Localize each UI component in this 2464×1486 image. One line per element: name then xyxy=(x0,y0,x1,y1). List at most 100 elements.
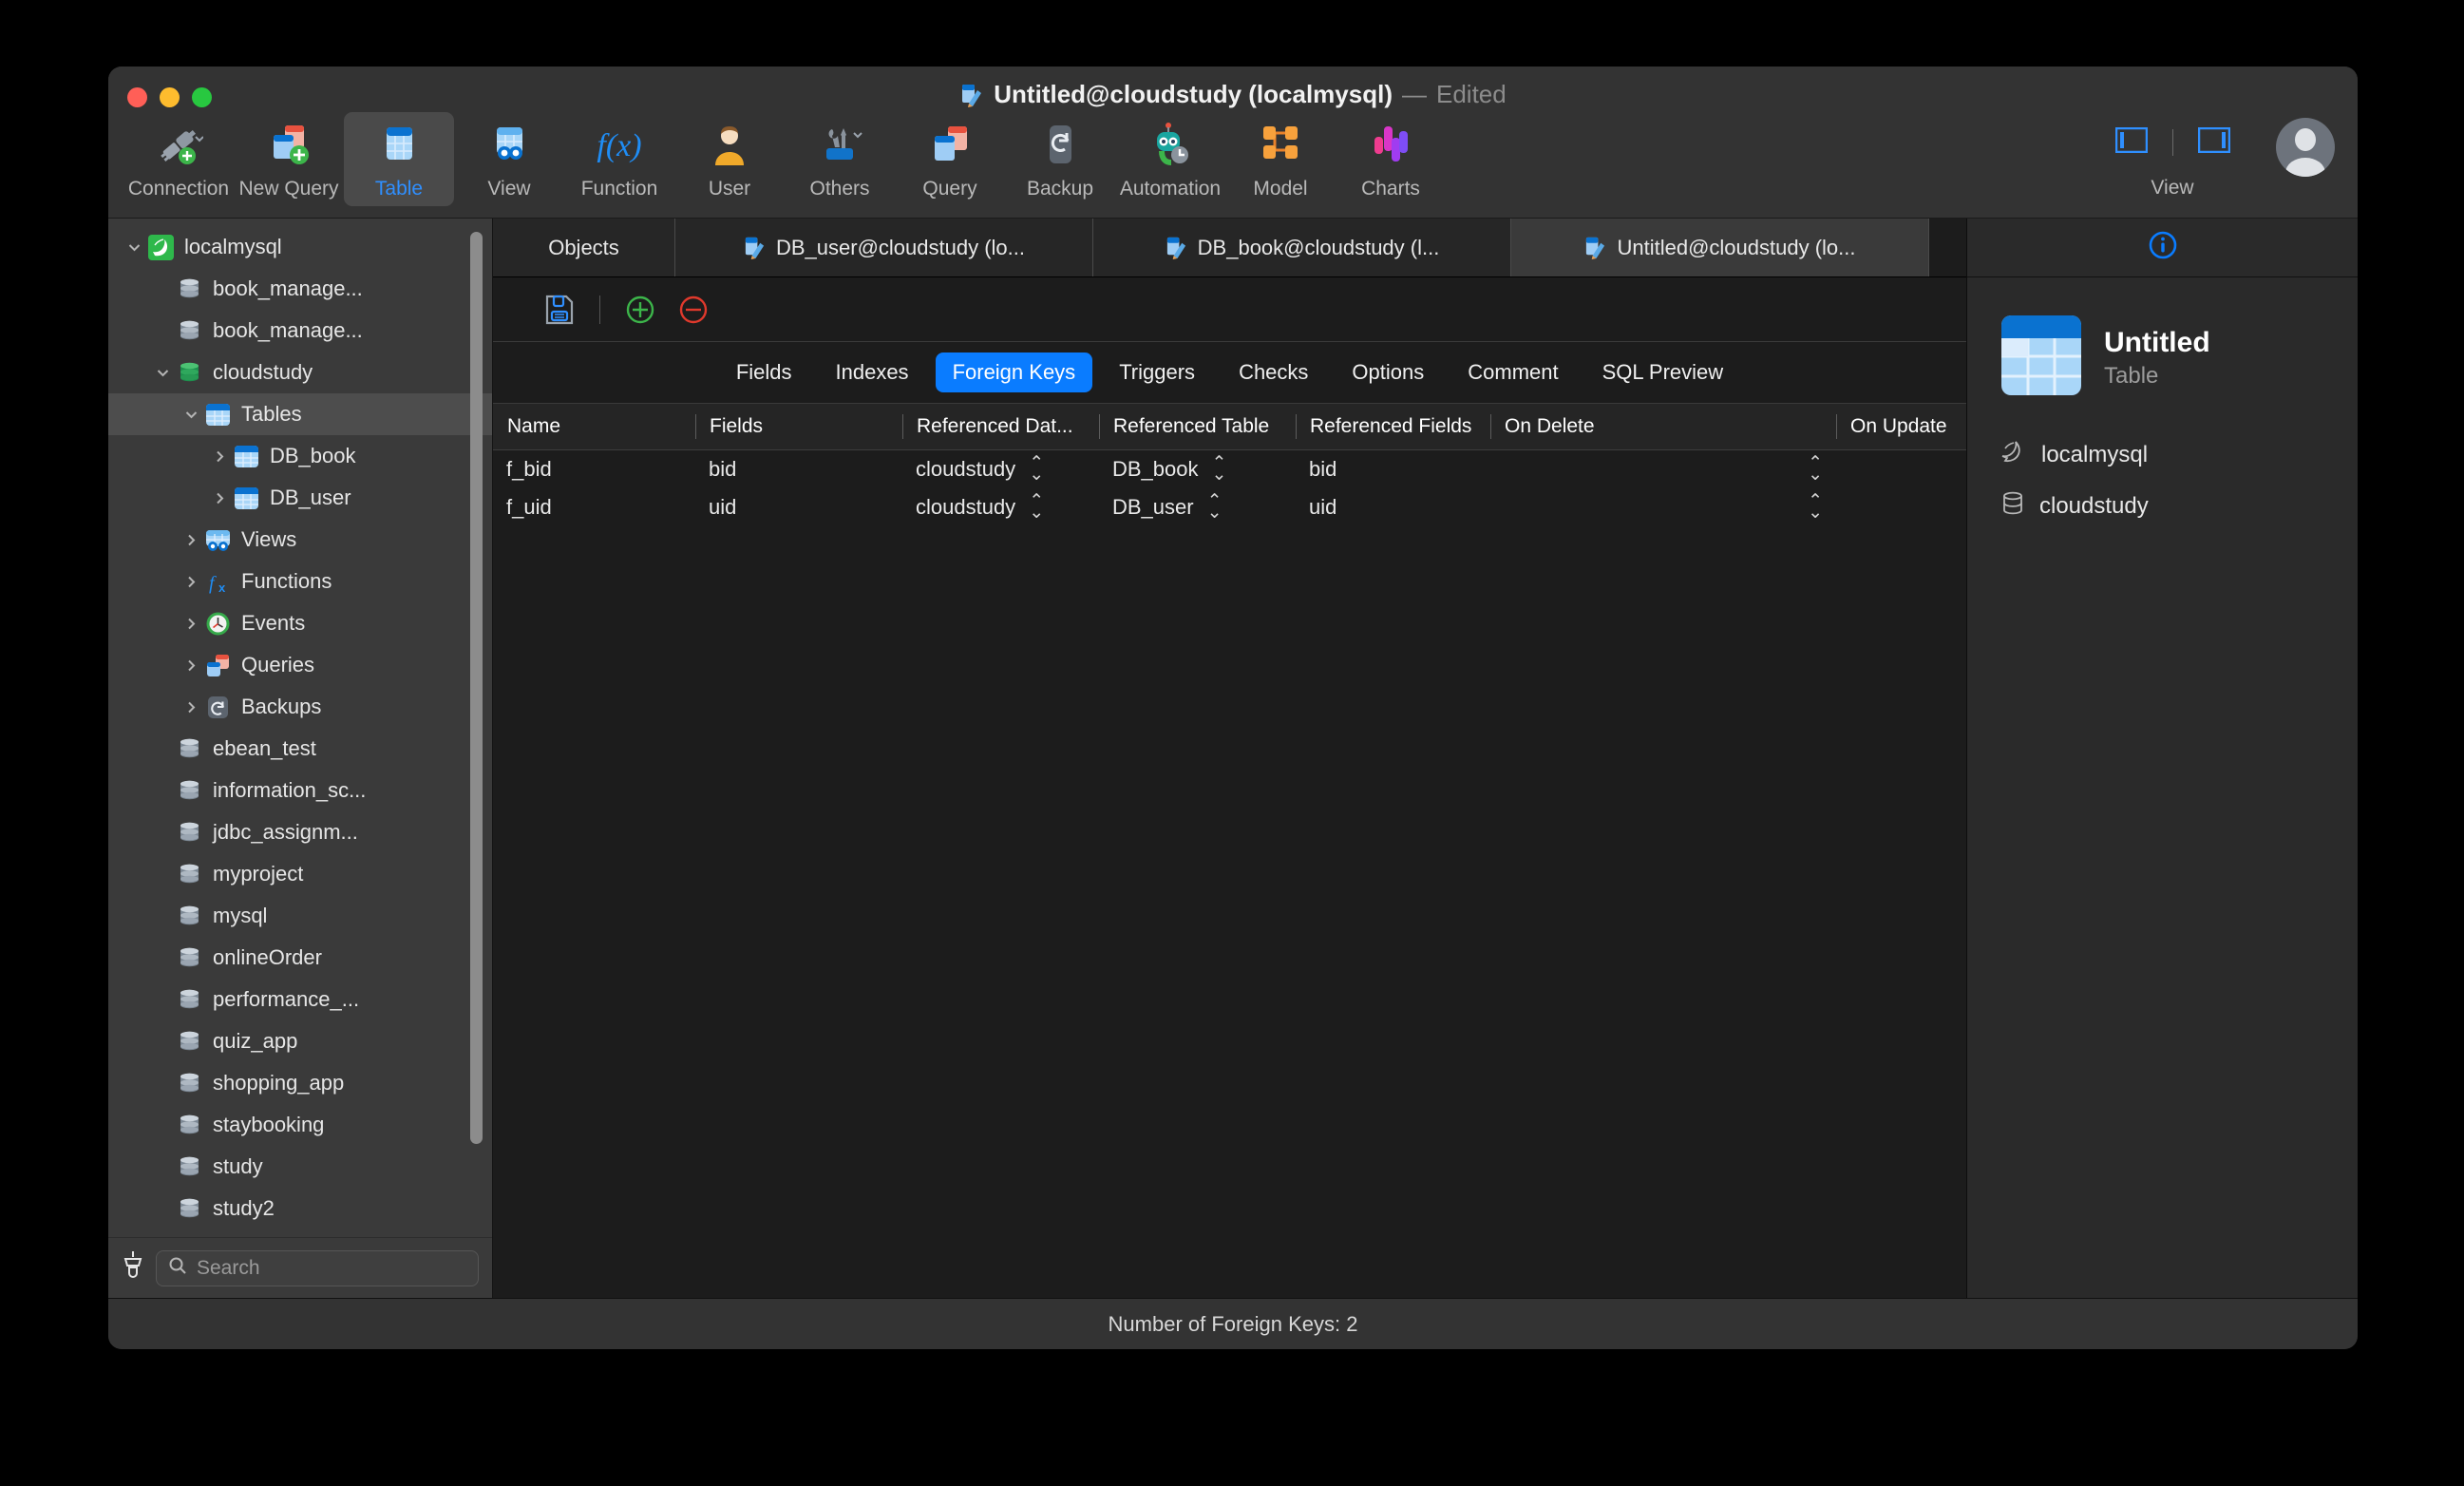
column-header-fields[interactable]: Fields xyxy=(695,414,902,439)
cell-on-update[interactable]: ⌃⌄ xyxy=(1836,450,1966,488)
chevron-down-icon[interactable] xyxy=(150,365,175,381)
tree-item-tables[interactable]: Tables xyxy=(108,393,492,435)
toolbar-button-automation[interactable]: Automation xyxy=(1115,112,1225,206)
column-header-on-delete[interactable]: On Delete xyxy=(1490,414,1836,439)
grid-rows[interactable]: f_bidbidcloudstudy⌃⌄DB_book⌃⌄bid⌃⌄⌃⌄f_ui… xyxy=(493,450,1966,1298)
chevron-right-icon[interactable] xyxy=(179,532,203,548)
subtab-options[interactable]: Options xyxy=(1335,352,1441,392)
avatar[interactable] xyxy=(2276,118,2335,177)
tree-item-ebean-test[interactable]: ebean_test xyxy=(108,728,492,770)
chevron-down-icon[interactable] xyxy=(179,407,203,423)
cell-referenced-database[interactable]: cloudstudy⌃⌄ xyxy=(902,488,1099,526)
chevron-right-icon[interactable] xyxy=(179,699,203,715)
tree-item-label: ebean_test xyxy=(213,736,316,761)
subtab-triggers[interactable]: Triggers xyxy=(1102,352,1212,392)
cell-name[interactable]: f_bid xyxy=(493,450,695,488)
cell-referenced-database[interactable]: cloudstudy⌃⌄ xyxy=(902,450,1099,488)
toolbar-button-charts[interactable]: Charts xyxy=(1336,112,1446,206)
stepper-icon[interactable]: ⌃⌄ xyxy=(1212,458,1227,481)
toolbar-button-connection[interactable]: Connection xyxy=(123,112,234,206)
table-row[interactable]: f_bidbidcloudstudy⌃⌄DB_book⌃⌄bid⌃⌄⌃⌄ xyxy=(493,450,1966,488)
tab-db-book-cloudstudy-l[interactable]: DB_book@cloudstudy (l... xyxy=(1093,219,1511,276)
toolbar-button-function[interactable]: f(x) Function xyxy=(564,112,674,206)
toolbar-button-query[interactable]: Query xyxy=(895,112,1005,206)
delete-foreign-key-button[interactable] xyxy=(667,288,720,332)
stepper-icon[interactable]: ⌃⌄ xyxy=(1029,496,1044,519)
toolbar-button-model[interactable]: Model xyxy=(1225,112,1336,206)
subtab-foreign-keys[interactable]: Foreign Keys xyxy=(936,352,1093,392)
tree-item-performance[interactable]: performance_... xyxy=(108,979,492,1020)
toolbar-button-user[interactable]: User xyxy=(674,112,785,206)
save-button[interactable] xyxy=(533,288,586,332)
tab-objects[interactable]: Objects xyxy=(493,219,675,276)
subtab-checks[interactable]: Checks xyxy=(1222,352,1325,392)
tree-item-study[interactable]: study xyxy=(108,1146,492,1188)
stepper-icon[interactable]: ⌃⌄ xyxy=(1808,496,1823,519)
stepper-icon[interactable]: ⌃⌄ xyxy=(1029,458,1044,481)
chevron-down-icon[interactable] xyxy=(122,239,146,256)
tree-item-quiz-app[interactable]: quiz_app xyxy=(108,1020,492,1062)
tree-item-book-manage[interactable]: book_manage... xyxy=(108,310,492,352)
cell-name[interactable]: f_uid xyxy=(493,488,695,526)
cell-on-delete[interactable]: ⌃⌄ xyxy=(1490,450,1836,488)
cell-referenced-table[interactable]: DB_user⌃⌄ xyxy=(1099,488,1296,526)
column-header-name[interactable]: Name xyxy=(493,414,695,439)
tree-item-information-sc[interactable]: information_sc... xyxy=(108,770,492,811)
tree-item-backups[interactable]: Backups xyxy=(108,686,492,728)
chevron-right-icon[interactable] xyxy=(207,448,232,465)
sidebar-scrollbar[interactable] xyxy=(470,232,483,1144)
search-input[interactable] xyxy=(197,1257,466,1280)
chevron-right-icon[interactable] xyxy=(179,574,203,590)
tree-item-onlineorder[interactable]: onlineOrder xyxy=(108,937,492,979)
cell-referenced-table[interactable]: DB_book⌃⌄ xyxy=(1099,450,1296,488)
tree-item-localmysql[interactable]: localmysql xyxy=(108,226,492,268)
subtab-sql-preview[interactable]: SQL Preview xyxy=(1585,352,1741,392)
tree-item-shopping-app[interactable]: shopping_app xyxy=(108,1062,492,1104)
tab-untitled-cloudstudy-lo[interactable]: Untitled@cloudstudy (lo... xyxy=(1511,219,1929,276)
column-header-referenced-fields[interactable]: Referenced Fields xyxy=(1296,414,1490,439)
tree-item-views[interactable]: Views xyxy=(108,519,492,561)
cell-fields[interactable]: uid xyxy=(695,488,902,526)
cell-referenced-fields[interactable]: bid xyxy=(1296,450,1490,488)
subtab-fields[interactable]: Fields xyxy=(719,352,809,392)
cell-on-update[interactable]: ⌃⌄ xyxy=(1836,488,1966,526)
tree-item-staybooking[interactable]: staybooking xyxy=(108,1104,492,1146)
tree-item-cloudstudy[interactable]: cloudstudy xyxy=(108,352,492,393)
tree-item-myproject[interactable]: myproject xyxy=(108,853,492,895)
tree-item-book-manage[interactable]: book_manage... xyxy=(108,268,492,310)
toolbar-button-view[interactable]: View xyxy=(454,112,564,206)
column-header-referenced-dat[interactable]: Referenced Dat... xyxy=(902,414,1099,439)
cell-on-delete[interactable]: ⌃⌄ xyxy=(1490,488,1836,526)
add-foreign-key-button[interactable] xyxy=(614,288,667,332)
toolbar-button-others[interactable]: Others xyxy=(785,112,895,206)
connection-status-icon[interactable] xyxy=(122,1250,144,1286)
tree-item-mysql[interactable]: mysql xyxy=(108,895,492,937)
info-circle-icon[interactable] xyxy=(2148,230,2178,265)
table-row[interactable]: f_uiduidcloudstudy⌃⌄DB_user⌃⌄uid⌃⌄⌃⌄ xyxy=(493,488,1966,526)
search-box[interactable] xyxy=(156,1250,479,1286)
column-header-referenced-table[interactable]: Referenced Table xyxy=(1099,414,1296,439)
tree-item-events[interactable]: Events xyxy=(108,602,492,644)
stepper-icon[interactable]: ⌃⌄ xyxy=(1808,458,1823,481)
subtab-comment[interactable]: Comment xyxy=(1450,352,1575,392)
cell-referenced-fields[interactable]: uid xyxy=(1296,488,1490,526)
subtab-indexes[interactable]: Indexes xyxy=(819,352,926,392)
toolbar-button-table[interactable]: Table xyxy=(344,112,454,206)
chevron-right-icon[interactable] xyxy=(207,490,232,506)
tree-item-functions[interactable]: f xFunctions xyxy=(108,561,492,602)
chevron-right-icon[interactable] xyxy=(179,616,203,632)
object-tree[interactable]: localmysql book_manage... book_manage...… xyxy=(108,219,492,1237)
tree-item-jdbc-assignm[interactable]: jdbc_assignm... xyxy=(108,811,492,853)
tree-item-queries[interactable]: Queries xyxy=(108,644,492,686)
toggle-right-sidebar-icon[interactable] xyxy=(2198,127,2230,158)
chevron-right-icon[interactable] xyxy=(179,657,203,674)
toolbar-button-backup[interactable]: Backup xyxy=(1005,112,1115,206)
tree-item-study2[interactable]: study2 xyxy=(108,1188,492,1229)
tab-db-user-cloudstudy-lo[interactable]: DB_user@cloudstudy (lo... xyxy=(675,219,1093,276)
toolbar-button-new-query[interactable]: New Query xyxy=(234,112,344,206)
toggle-left-sidebar-icon[interactable] xyxy=(2115,127,2148,158)
tree-item-db-book[interactable]: DB_book xyxy=(108,435,492,477)
stepper-icon[interactable]: ⌃⌄ xyxy=(1207,496,1223,519)
cell-fields[interactable]: bid xyxy=(695,450,902,488)
tree-item-db-user[interactable]: DB_user xyxy=(108,477,492,519)
